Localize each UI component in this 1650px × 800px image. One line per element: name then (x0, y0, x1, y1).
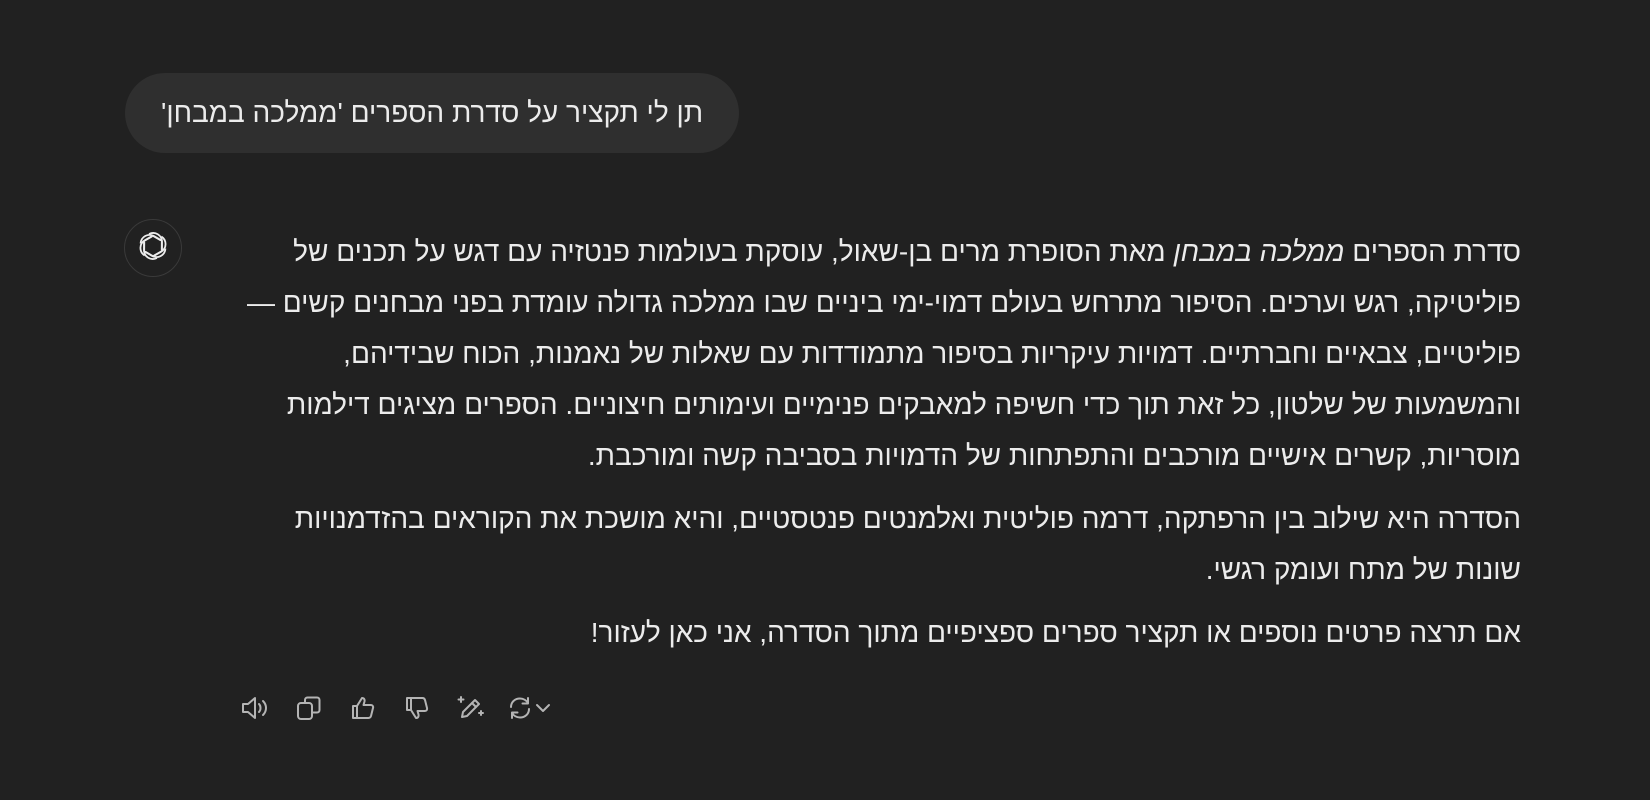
user-message-text: תן לי תקציר על סדרת הספרים 'ממלכה במבחן' (161, 97, 704, 128)
copy-icon (295, 694, 323, 727)
refresh-icon (506, 694, 534, 727)
thumbs-down-icon (403, 694, 431, 727)
user-message-bubble: תן לי תקציר על סדרת הספרים 'ממלכה במבחן' (125, 73, 740, 153)
paragraph-text-start: סדרת הספרים (1344, 236, 1521, 267)
thumbs-up-icon (349, 694, 377, 727)
regenerate-button[interactable] (498, 690, 562, 730)
assistant-paragraph-summary: סדרת הספרים ממלכה במבחן מאת הסופרת מרים … (225, 226, 1521, 481)
assistant-message: סדרת הספרים ממלכה במבחן מאת הסופרת מרים … (225, 226, 1521, 670)
paragraph-text-rest: מאת הסופרת מרים בן-שאול, עוסקת בעולמות פ… (246, 236, 1521, 471)
read-aloud-button[interactable] (228, 690, 282, 730)
bad-response-button[interactable] (390, 690, 444, 730)
chevron-down-icon (534, 699, 552, 722)
speaker-icon (240, 694, 270, 727)
book-series-title: ממלכה במבחן (1173, 236, 1345, 267)
assistant-avatar (124, 219, 182, 277)
copy-button[interactable] (282, 690, 336, 730)
assistant-paragraph-offer: אם תרצה פרטים נוספים או תקציר ספרים ספצי… (590, 617, 1521, 648)
pen-sparkle-icon (456, 693, 486, 728)
edit-in-canvas-button[interactable] (444, 690, 498, 730)
message-action-bar (228, 690, 562, 730)
assistant-paragraph-genre: הסדרה היא שילוב בין הרפתקה, דרמה פוליטית… (294, 503, 1521, 585)
openai-logo-icon (136, 229, 170, 268)
good-response-button[interactable] (336, 690, 390, 730)
